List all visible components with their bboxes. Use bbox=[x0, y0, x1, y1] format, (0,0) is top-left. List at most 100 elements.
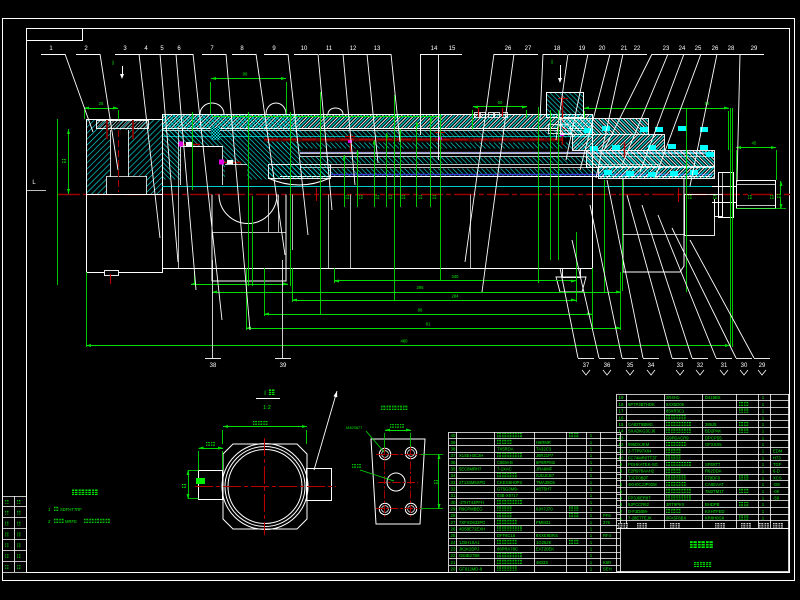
svg-text:376: 376 bbox=[603, 520, 611, 525]
svg-text:28: 28 bbox=[451, 513, 456, 518]
svg-text:TGF: TGF bbox=[773, 462, 782, 467]
svg-text:PF6: PF6 bbox=[603, 513, 611, 518]
svg-text:CA82T8BMG: CA82T8BMG bbox=[628, 422, 653, 427]
svg-text:284: 284 bbox=[452, 294, 460, 299]
svg-text:395: 395 bbox=[417, 285, 425, 290]
svg-text:23: 23 bbox=[663, 46, 670, 52]
svg-text:J6R21P7: J6R21P7 bbox=[536, 453, 554, 458]
svg-text:19: 19 bbox=[579, 46, 586, 52]
svg-text:M30S877: M30S877 bbox=[346, 426, 362, 430]
svg-text:7-1XAC: 7-1XAC bbox=[497, 467, 512, 472]
svg-text:30: 30 bbox=[451, 500, 456, 505]
svg-text:-59: -59 bbox=[773, 495, 780, 500]
svg-text:3RT9PKX: 3RT9PKX bbox=[666, 502, 685, 507]
svg-text:C8EM-B: C8EM-B bbox=[497, 460, 513, 465]
svg-text:6P7P3BTHDK: 6P7P3BTHDK bbox=[628, 402, 655, 407]
svg-text:PMM31: PMM31 bbox=[536, 520, 551, 525]
svg-text:22: 22 bbox=[634, 46, 641, 52]
svg-text:RF4: RF4 bbox=[603, 533, 612, 538]
svg-text:31: 31 bbox=[721, 363, 728, 369]
svg-text:23: 23 bbox=[451, 547, 456, 552]
svg-text:GF812MD-8: GF812MD-8 bbox=[459, 567, 483, 572]
svg-text:37: 37 bbox=[583, 363, 590, 369]
svg-text:29: 29 bbox=[759, 363, 766, 369]
svg-text:11: 11 bbox=[619, 449, 624, 454]
svg-text:2-T7P97X64: 2-T7P97X64 bbox=[628, 449, 652, 454]
svg-text:KXHTFED: KXHTFED bbox=[705, 509, 725, 514]
svg-text:K6R: K6R bbox=[603, 560, 611, 565]
svg-text:15: 15 bbox=[449, 46, 456, 52]
svg-text:21: 21 bbox=[621, 46, 628, 52]
svg-text:-D8: -D8 bbox=[773, 482, 780, 487]
svg-text:SJDJCB7: SJDJCB7 bbox=[536, 473, 555, 478]
svg-text:385J8: 385J8 bbox=[705, 422, 717, 427]
svg-text:D-F3DBM-: D-F3DBM- bbox=[628, 509, 649, 514]
svg-text:35: 35 bbox=[627, 363, 634, 369]
svg-text:25: 25 bbox=[451, 533, 456, 538]
svg-text:FC74MR0TT3T: FC74MR0TT3T bbox=[628, 455, 658, 460]
svg-text:28: 28 bbox=[728, 46, 735, 52]
svg-text:27: 27 bbox=[525, 46, 532, 52]
svg-text:TMA39D5: TMA39D5 bbox=[536, 480, 556, 485]
svg-text:39: 39 bbox=[280, 363, 287, 369]
svg-text:29: 29 bbox=[751, 46, 758, 52]
svg-text:10: 10 bbox=[619, 455, 624, 460]
svg-text:40: 40 bbox=[451, 433, 456, 438]
svg-text:5EC8MRH7: 5EC8MRH7 bbox=[459, 467, 482, 472]
svg-text:DFF6C15: DFF6C15 bbox=[497, 533, 516, 538]
svg-text:KR8H0G6: KR8H0G6 bbox=[705, 516, 725, 521]
svg-text:86: 86 bbox=[418, 308, 423, 313]
svg-text:SXADKG3CJ6: SXADKG3CJ6 bbox=[628, 429, 656, 434]
svg-text:32: 32 bbox=[697, 363, 704, 369]
svg-text:X1SEH3C2H: X1SEH3C2H bbox=[459, 453, 483, 458]
svg-text:-0K: -0K bbox=[773, 489, 780, 494]
svg-text:26: 26 bbox=[451, 527, 456, 532]
svg-text:13: 13 bbox=[374, 46, 381, 52]
svg-text:27: 27 bbox=[451, 520, 456, 525]
svg-text:31: 31 bbox=[451, 493, 456, 498]
svg-text:32: 32 bbox=[451, 487, 456, 492]
svg-text:7XFXD633PD: 7XFXD633PD bbox=[459, 520, 485, 525]
svg-text:30: 30 bbox=[741, 363, 748, 369]
svg-text:340: 340 bbox=[452, 274, 460, 279]
svg-text:38: 38 bbox=[451, 447, 456, 452]
svg-text:PGHKATEK-SG: PGHKATEK-SG bbox=[628, 462, 658, 467]
svg-text:81: 81 bbox=[426, 322, 431, 327]
svg-text:TJCF0B9T: TJCF0B9T bbox=[628, 475, 649, 480]
svg-text:33: 33 bbox=[451, 480, 456, 485]
svg-text:03B-X9717: 03B-X9717 bbox=[497, 493, 519, 498]
svg-text:1:2: 1:2 bbox=[263, 405, 271, 411]
svg-text:16: 16 bbox=[619, 415, 624, 420]
svg-text:33: 33 bbox=[677, 363, 684, 369]
svg-text:45: 45 bbox=[752, 141, 757, 146]
svg-text:CKEG8H0PS: CKEG8H0PS bbox=[497, 480, 522, 485]
svg-text:EDM: EDM bbox=[773, 449, 783, 454]
svg-text:H73: H73 bbox=[773, 455, 781, 460]
svg-text:11: 11 bbox=[326, 46, 333, 52]
svg-text:34: 34 bbox=[451, 473, 456, 478]
svg-text:BD2PAK: BD2PAK bbox=[705, 429, 721, 434]
svg-text:0FA5F6BX: 0FA5F6BX bbox=[666, 516, 686, 521]
svg-text:36: 36 bbox=[604, 363, 611, 369]
svg-text:18: 18 bbox=[619, 402, 624, 407]
svg-text:17: 17 bbox=[619, 409, 624, 414]
svg-text:SFE8T7: SFE8T7 bbox=[705, 462, 721, 467]
svg-text:9JPCCR62: 9JPCCR62 bbox=[628, 502, 650, 507]
svg-text:BHDPB: BHDPB bbox=[705, 502, 720, 507]
svg-text:24: 24 bbox=[679, 46, 686, 52]
svg-text:I: I bbox=[551, 59, 553, 66]
svg-text:86PRA78C: 86PRA78C bbox=[497, 547, 518, 552]
svg-text:JRA6MF: JRA6MF bbox=[536, 467, 553, 472]
svg-text:25: 25 bbox=[99, 101, 104, 106]
svg-text:4BT5HT: 4BT5HT bbox=[536, 487, 552, 492]
svg-text:GFXXS5: GFXXS5 bbox=[705, 442, 722, 447]
svg-text:460: 460 bbox=[401, 339, 409, 344]
svg-text:4KH0CJJP02M: 4KH0CJJP02M bbox=[628, 482, 657, 487]
svg-text:90: 90 bbox=[243, 72, 248, 77]
svg-text:14: 14 bbox=[619, 429, 624, 434]
svg-text:4D58E72EXH: 4D58E72EXH bbox=[459, 527, 485, 532]
svg-text:18: 18 bbox=[554, 46, 561, 52]
svg-text:G9PDACR9: G9PDACR9 bbox=[666, 435, 689, 440]
svg-text:DPCPS5: DPCPS5 bbox=[705, 435, 722, 440]
svg-text:1JSH1SA1: 1JSH1SA1 bbox=[459, 540, 480, 545]
